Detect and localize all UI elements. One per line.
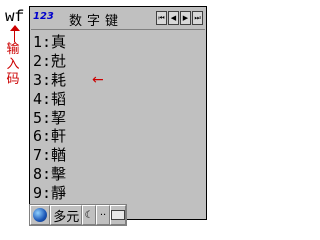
candidate-list: 1:真 2:兙 3:耗 4:韬 5:挈 6:軒 7:輶 8:擊 9:靜 0:兛	[33, 33, 203, 221]
keyboard-button[interactable]	[110, 205, 126, 225]
candidate-item[interactable]: 9:靜	[33, 184, 203, 203]
up-arrow-shaft	[14, 28, 15, 42]
candidate-item[interactable]: 8:擊	[33, 165, 203, 184]
prev-page-button[interactable]: ◀	[168, 11, 179, 25]
candidate-titlebar: 123 数字键 ⏮ ◀ ▶ ⏭	[31, 8, 205, 30]
selection-arrow-icon: ←	[92, 72, 104, 88]
keyboard-icon	[111, 210, 125, 220]
candidate-item[interactable]: 3:耗	[33, 71, 203, 90]
moon-icon[interactable]: ☾	[82, 205, 96, 225]
globe-button[interactable]	[30, 205, 51, 225]
numeric-keys-icon: 123	[33, 11, 54, 22]
input-code-text: wf	[5, 8, 25, 26]
candidate-item[interactable]: 1:真	[33, 33, 203, 52]
candidate-item[interactable]: 5:挈	[33, 109, 203, 128]
label-char: 输	[6, 42, 20, 57]
candidate-item[interactable]: 6:軒	[33, 127, 203, 146]
window-title: 数字键	[69, 14, 124, 29]
candidate-item[interactable]: 7:輶	[33, 146, 203, 165]
input-mode-button[interactable]: 多元	[50, 205, 82, 225]
input-code-label: 输 入 码	[6, 42, 20, 87]
next-page-button[interactable]: ▶	[180, 11, 191, 25]
globe-icon	[33, 208, 48, 222]
page-navigation: ⏮ ◀ ▶ ⏭	[155, 11, 203, 25]
ime-status-bar: 多元 ☾ ··	[29, 204, 127, 226]
punctuation-icon[interactable]: ··	[96, 205, 110, 225]
candidate-window: 123 数字键 ⏮ ◀ ▶ ⏭ 1:真 2:兙 3:耗 4:韬 5:挈 6:軒 …	[29, 6, 207, 221]
first-page-button[interactable]: ⏮	[156, 11, 167, 25]
last-page-button[interactable]: ⏭	[192, 11, 203, 25]
candidate-item[interactable]: 4:韬	[33, 90, 203, 109]
up-arrow-icon	[10, 25, 20, 31]
candidate-item[interactable]: 2:兙	[33, 52, 203, 71]
label-char: 码	[6, 72, 20, 87]
label-char: 入	[6, 57, 20, 72]
